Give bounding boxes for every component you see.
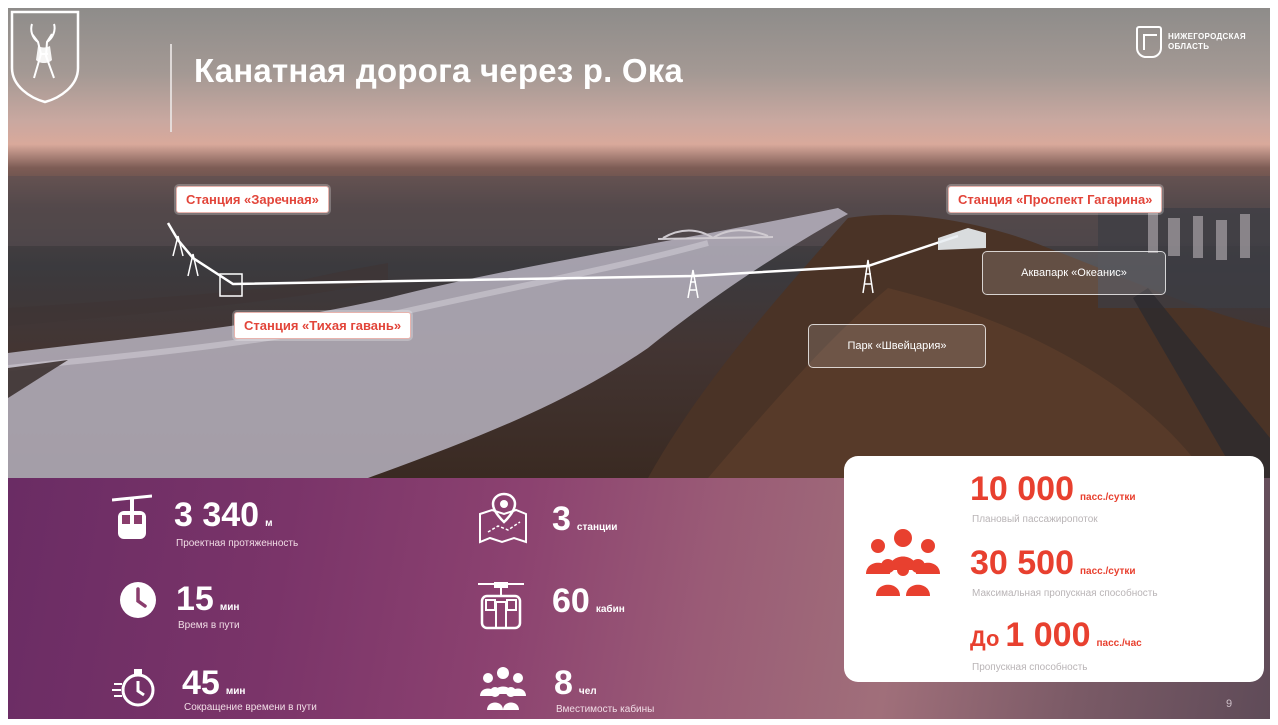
stat-length: 3 340 м Проектная протяженность	[112, 494, 372, 554]
stat-stations: 3 станции	[476, 492, 636, 548]
brand-line-2: ОБЛАСТЬ	[1168, 42, 1210, 51]
coat-of-arms-logo	[10, 10, 80, 104]
stat-cabins-value: 60	[552, 582, 590, 620]
stat-length-value: 3 340	[174, 496, 260, 534]
region-emblem-icon	[1136, 26, 1162, 58]
gondola-icon	[478, 582, 524, 630]
panel-max-caption: Максимальная пропускная способность	[972, 588, 1158, 599]
stopwatch-icon	[112, 669, 155, 707]
clock-icon	[120, 582, 156, 618]
panel-hourly-prefix: До	[970, 626, 1000, 651]
stat-travel-time: 15 мин Время в пути	[118, 580, 338, 636]
stat-stations-value: 3	[552, 500, 571, 538]
brand-line-1: НИЖЕГОРОДСКАЯ	[1168, 32, 1246, 41]
panel-max-unit: пасс./сутки	[1080, 566, 1136, 577]
stat-travel-time-value: 15	[176, 580, 214, 618]
stat-travel-time-caption: Время в пути	[178, 620, 240, 631]
panel-hourly-caption: Пропускная способность	[972, 662, 1088, 673]
stat-capacity-unit: чел	[578, 686, 597, 697]
stat-time-saving-value: 45	[182, 664, 220, 702]
stat-capacity-value: 8	[554, 664, 573, 702]
label-station-gagarin: Станция «Проспект Гагарина»	[948, 186, 1163, 213]
label-station-tikhaya: Станция «Тихая гавань»	[234, 312, 412, 339]
panel-hourly-unit: пасс./час	[1096, 638, 1142, 649]
region-brand-logo: НИЖЕГОРОДСКАЯ ОБЛАСТЬ	[1136, 22, 1266, 62]
label-aquapark: Аквапарк «Океанис»	[982, 251, 1166, 295]
crowd-icon	[866, 529, 940, 596]
stat-time-saving: 45 мин Сокращение времени в пути	[112, 664, 392, 716]
panel-row-2: 30 500 пасс./сутки	[970, 544, 1136, 583]
page-title: Канатная дорога через р. Ока	[194, 52, 683, 89]
passenger-panel: 10 000 пасс./сутки Плановый пассажиропото…	[844, 456, 1264, 682]
stat-time-saving-caption: Сокращение времени в пути	[184, 702, 317, 713]
stat-time-saving-unit: мин	[225, 686, 246, 697]
panel-row-3: До 1 000 пасс./час	[970, 616, 1142, 655]
aerial-photo: Канатная дорога через р. Ока НИЖЕГОРОДСК…	[8, 8, 1270, 478]
label-station-zarechnaya: Станция «Заречная»	[176, 186, 329, 213]
slide: Канатная дорога через р. Ока НИЖЕГОРОДСК…	[8, 8, 1270, 719]
stat-cabins: 60 кабин	[476, 580, 656, 636]
label-park: Парк «Швейцария»	[808, 324, 986, 368]
page-number: 9	[1226, 698, 1233, 710]
panel-planned-unit: пасс./сутки	[1080, 492, 1136, 503]
stat-stations-unit: станции	[576, 522, 618, 533]
panel-planned-caption: Плановый пассажиропоток	[972, 514, 1098, 525]
stat-length-caption: Проектная протяженность	[176, 538, 299, 549]
stat-cabins-unit: кабин	[595, 604, 625, 615]
panel-max-value: 30 500	[970, 544, 1074, 582]
people-icon	[480, 667, 526, 710]
map-pin-icon	[479, 492, 527, 544]
title-divider	[170, 44, 172, 132]
stat-length-unit: м	[265, 518, 273, 529]
panel-row-1: 10 000 пасс./сутки	[970, 470, 1136, 509]
panel-hourly-value: 1 000	[1005, 616, 1091, 654]
stat-capacity: 8 чел Вместимость кабины	[476, 664, 696, 718]
stat-travel-time-unit: мин	[219, 602, 240, 613]
cable-car-icon	[112, 494, 152, 539]
stat-capacity-caption: Вместимость кабины	[556, 704, 655, 715]
panel-planned-value: 10 000	[970, 470, 1074, 508]
